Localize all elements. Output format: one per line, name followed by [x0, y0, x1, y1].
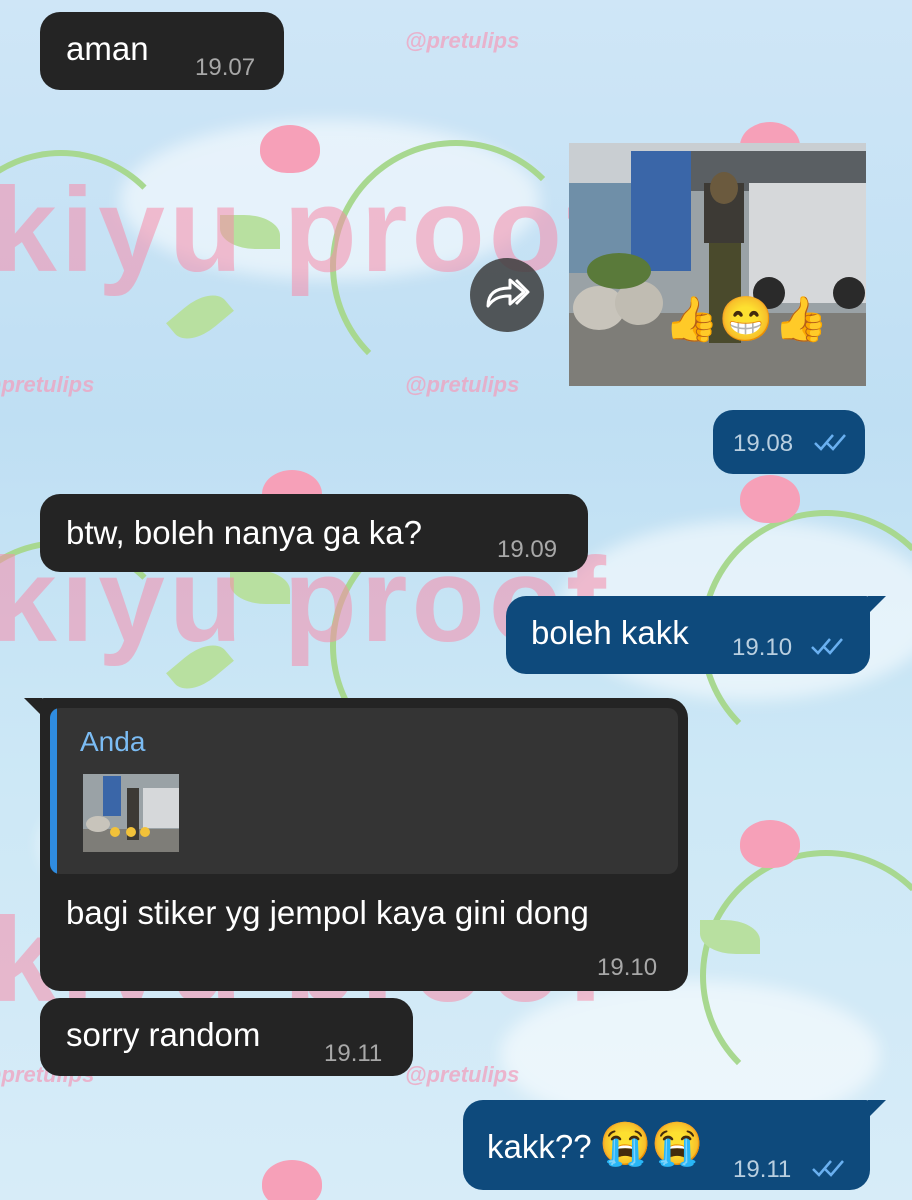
reply-accent-bar: [50, 708, 57, 874]
message-text: boleh kakk: [531, 614, 689, 651]
message-time: 19.11: [733, 1156, 792, 1183]
reply-sender-name: Anda: [80, 726, 146, 757]
outgoing-message-bubble[interactable]: kakk?? 😭😭 19.11: [463, 1100, 870, 1190]
message-time: 19.11: [324, 1040, 383, 1067]
incoming-message-bubble[interactable]: sorry random 19.11: [40, 998, 413, 1076]
forward-button[interactable]: [470, 258, 544, 332]
double-check-icon: [812, 1160, 844, 1177]
watermark-handle: @pretulips: [405, 1062, 520, 1087]
message-text: btw, boleh nanya ga ka?: [66, 514, 422, 551]
watermark-handle: @pretulips: [405, 28, 520, 53]
forwarded-photo[interactable]: 👍😁👍: [569, 143, 866, 386]
message-text: aman: [66, 30, 149, 67]
message-text: sorry random: [66, 1016, 261, 1053]
message-text: bagi stiker yg jempol kaya gini dong: [66, 894, 589, 931]
reply-quote[interactable]: Anda: [50, 708, 678, 874]
outgoing-message-bubble[interactable]: boleh kakk 19.10: [506, 596, 870, 674]
reply-photo-thumbnail: [83, 774, 179, 852]
message-time: 19.10: [597, 954, 658, 981]
message-time: 19.09: [497, 536, 558, 563]
incoming-message-bubble[interactable]: aman 19.07: [40, 12, 284, 90]
watermark-handle: @pretulips: [405, 372, 520, 397]
message-time: 19.07: [195, 54, 256, 81]
double-check-icon: [811, 638, 843, 655]
message-time: 19.08: [733, 430, 794, 457]
message-time: 19.10: [732, 634, 793, 661]
incoming-message-bubble[interactable]: btw, boleh nanya ga ka? 19.09: [40, 494, 588, 572]
photo-content: [569, 143, 866, 386]
crying-emoji: 😭😭: [599, 1120, 704, 1167]
bubble-tail: [868, 1100, 886, 1118]
outgoing-message-bubble[interactable]: 19.08: [713, 410, 865, 474]
incoming-message-bubble[interactable]: Anda bagi stiker yg jempol kaya gini don…: [40, 698, 688, 991]
forward-arrow-icon: [486, 278, 530, 308]
watermark-handle: @pretulips: [0, 372, 95, 397]
photo-emoji: 👍😁👍: [664, 295, 829, 344]
double-check-icon: [814, 434, 846, 451]
bubble-tail: [868, 596, 886, 614]
message-text: kakk??: [487, 1128, 592, 1165]
